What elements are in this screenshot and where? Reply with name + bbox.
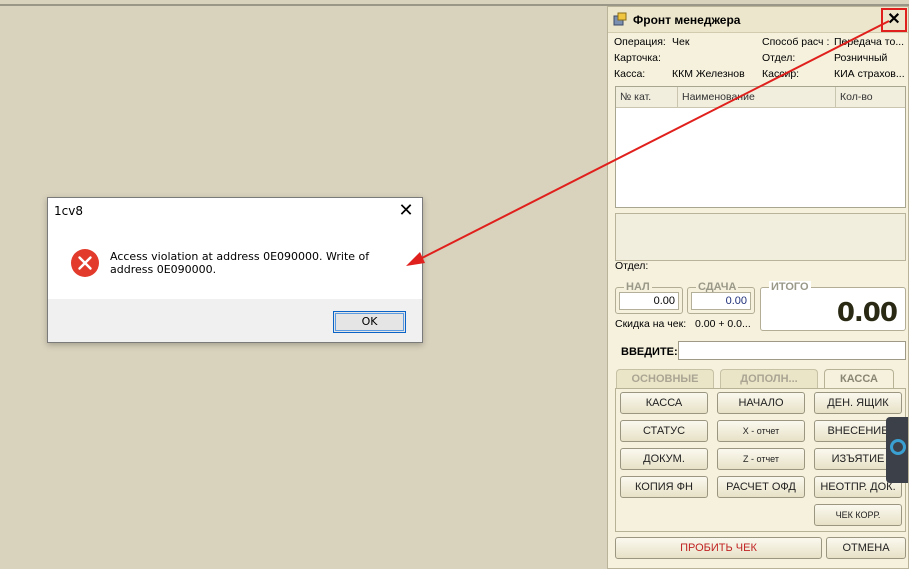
annotation-arrow [406,20,890,266]
